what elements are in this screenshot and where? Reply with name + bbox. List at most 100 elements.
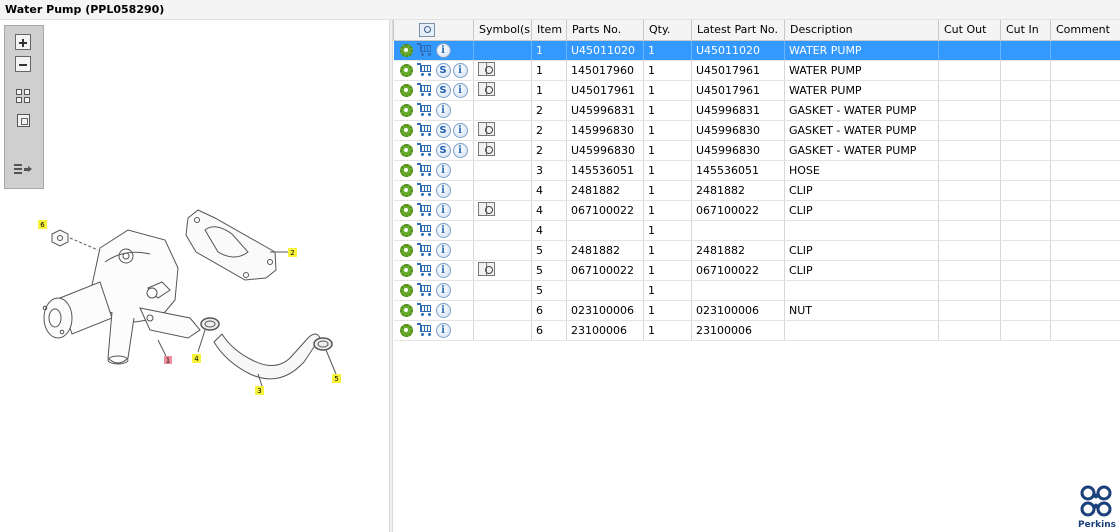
column-header-latest-part-no[interactable]: Latest Part No. xyxy=(691,20,785,41)
cut-in-cell[interactable] xyxy=(1000,80,1051,101)
comment-cell[interactable] xyxy=(1050,300,1120,321)
info-icon[interactable]: i xyxy=(452,82,468,98)
fit-all-button[interactable] xyxy=(11,86,35,106)
diagram-pane[interactable]: 6 2 4 1 3 5 xyxy=(0,20,389,532)
cut-in-cell[interactable] xyxy=(1000,100,1051,121)
info-icon[interactable]: i xyxy=(435,262,451,278)
comment-cell[interactable] xyxy=(1050,220,1120,241)
gear-icon[interactable] xyxy=(399,103,413,117)
cut-in-cell[interactable] xyxy=(1000,180,1051,201)
book-icon[interactable] xyxy=(478,61,495,76)
info-icon[interactable]: i xyxy=(435,182,451,198)
cut-in-cell[interactable] xyxy=(1000,200,1051,221)
cut-out-cell[interactable] xyxy=(938,220,1001,241)
column-header-symbols[interactable]: Symbol(s) xyxy=(473,20,532,41)
table-row[interactable]: Si 1 145017960 1 U45017961 WATER PUMP xyxy=(393,60,1120,81)
table-row[interactable]: i 2 U45996831 1 U45996831 GASKET - WATER PUMP xyxy=(393,100,1120,121)
column-header-description[interactable]: Description xyxy=(784,20,939,41)
cut-out-cell[interactable] xyxy=(938,100,1001,121)
comment-cell[interactable] xyxy=(1050,160,1120,181)
book-icon[interactable] xyxy=(478,261,495,276)
cut-out-cell[interactable] xyxy=(938,200,1001,221)
table-row[interactable]: i 6 23100006 1 23100006 xyxy=(393,320,1120,341)
cart-icon[interactable] xyxy=(416,223,434,237)
table-row[interactable]: i 3 145536051 1 145536051 HOSE xyxy=(393,160,1120,181)
comment-cell[interactable] xyxy=(1050,260,1120,281)
gear-icon[interactable] xyxy=(399,163,413,177)
gear-icon[interactable] xyxy=(399,83,413,97)
cart-icon[interactable] xyxy=(416,123,434,137)
info-icon[interactable]: i xyxy=(435,202,451,218)
cart-icon[interactable] xyxy=(416,143,434,157)
cut-out-cell[interactable] xyxy=(938,160,1001,181)
cut-out-cell[interactable] xyxy=(938,280,1001,301)
comment-cell[interactable] xyxy=(1050,320,1120,341)
cut-out-cell[interactable] xyxy=(938,260,1001,281)
comment-cell[interactable] xyxy=(1050,60,1120,81)
comment-cell[interactable] xyxy=(1050,140,1120,161)
cart-icon[interactable] xyxy=(416,43,434,57)
cut-out-cell[interactable] xyxy=(938,320,1001,341)
comment-cell[interactable] xyxy=(1050,80,1120,101)
cut-in-cell[interactable] xyxy=(1000,300,1051,321)
info-icon[interactable]: i xyxy=(435,302,451,318)
book-icon[interactable] xyxy=(478,81,495,96)
cut-in-cell[interactable] xyxy=(1000,240,1051,261)
cut-out-cell[interactable] xyxy=(938,300,1001,321)
cut-in-cell[interactable] xyxy=(1000,320,1051,341)
cut-in-cell[interactable] xyxy=(1000,120,1051,141)
zoom-in-button[interactable] xyxy=(11,32,35,52)
table-row[interactable]: Si 2 145996830 1 U45996830 GASKET - WATER PUM… xyxy=(393,120,1120,141)
cart-icon[interactable] xyxy=(416,63,434,77)
comment-cell[interactable] xyxy=(1050,120,1120,141)
cart-icon[interactable] xyxy=(416,83,434,97)
gear-icon[interactable] xyxy=(399,223,413,237)
info-icon[interactable]: i xyxy=(435,322,451,338)
table-row[interactable]: i 1 U45011020 1 U45011020 WATER PUMP xyxy=(393,40,1120,61)
table-row[interactable]: i 5 1 xyxy=(393,280,1120,301)
info-icon[interactable]: i xyxy=(452,62,468,78)
cart-icon[interactable] xyxy=(416,163,434,177)
cart-icon[interactable] xyxy=(416,323,434,337)
table-row[interactable]: i 6 023100006 1 023100006 NUT xyxy=(393,300,1120,321)
comment-cell[interactable] xyxy=(1050,240,1120,261)
gear-icon[interactable] xyxy=(399,323,413,337)
info-icon[interactable]: i xyxy=(435,222,451,238)
cut-out-cell[interactable] xyxy=(938,120,1001,141)
table-row[interactable]: i 4 2481882 1 2481882 CLIP xyxy=(393,180,1120,201)
fit-window-button[interactable] xyxy=(11,110,35,130)
table-row[interactable]: i 4 1 xyxy=(393,220,1120,241)
book-icon[interactable] xyxy=(478,141,495,156)
cut-in-cell[interactable] xyxy=(1000,40,1051,61)
table-row[interactable]: Si 1 U45017961 1 U45017961 WATER PUMP xyxy=(393,80,1120,101)
gear-icon[interactable] xyxy=(399,283,413,297)
cut-in-cell[interactable] xyxy=(1000,220,1051,241)
gear-icon[interactable] xyxy=(399,243,413,257)
cart-icon[interactable] xyxy=(416,283,434,297)
comment-cell[interactable] xyxy=(1050,280,1120,301)
supersession-icon[interactable]: S xyxy=(435,142,451,158)
gear-icon[interactable] xyxy=(399,123,413,137)
show-list-button[interactable] xyxy=(11,160,35,180)
cart-icon[interactable] xyxy=(416,303,434,317)
exploded-parts-diagram[interactable]: 6 2 4 1 3 5 xyxy=(0,190,389,410)
cut-in-cell[interactable] xyxy=(1000,260,1051,281)
cut-out-cell[interactable] xyxy=(938,60,1001,81)
comment-cell[interactable] xyxy=(1050,100,1120,121)
cut-in-cell[interactable] xyxy=(1000,160,1051,181)
info-icon[interactable]: i xyxy=(452,122,468,138)
gear-icon[interactable] xyxy=(399,143,413,157)
cut-out-cell[interactable] xyxy=(938,180,1001,201)
info-icon[interactable]: i xyxy=(435,102,451,118)
column-header-cut-in[interactable]: Cut In xyxy=(1000,20,1051,41)
cart-icon[interactable] xyxy=(416,203,434,217)
gear-icon[interactable] xyxy=(399,263,413,277)
gear-icon[interactable] xyxy=(399,63,413,77)
info-icon[interactable]: i xyxy=(435,162,451,178)
zoom-out-button[interactable] xyxy=(11,54,35,74)
comment-cell[interactable] xyxy=(1050,40,1120,61)
table-row[interactable]: i 5 067100022 1 067100022 CLIP xyxy=(393,260,1120,281)
gear-icon[interactable] xyxy=(399,203,413,217)
supersession-icon[interactable]: S xyxy=(435,82,451,98)
cut-in-cell[interactable] xyxy=(1000,280,1051,301)
